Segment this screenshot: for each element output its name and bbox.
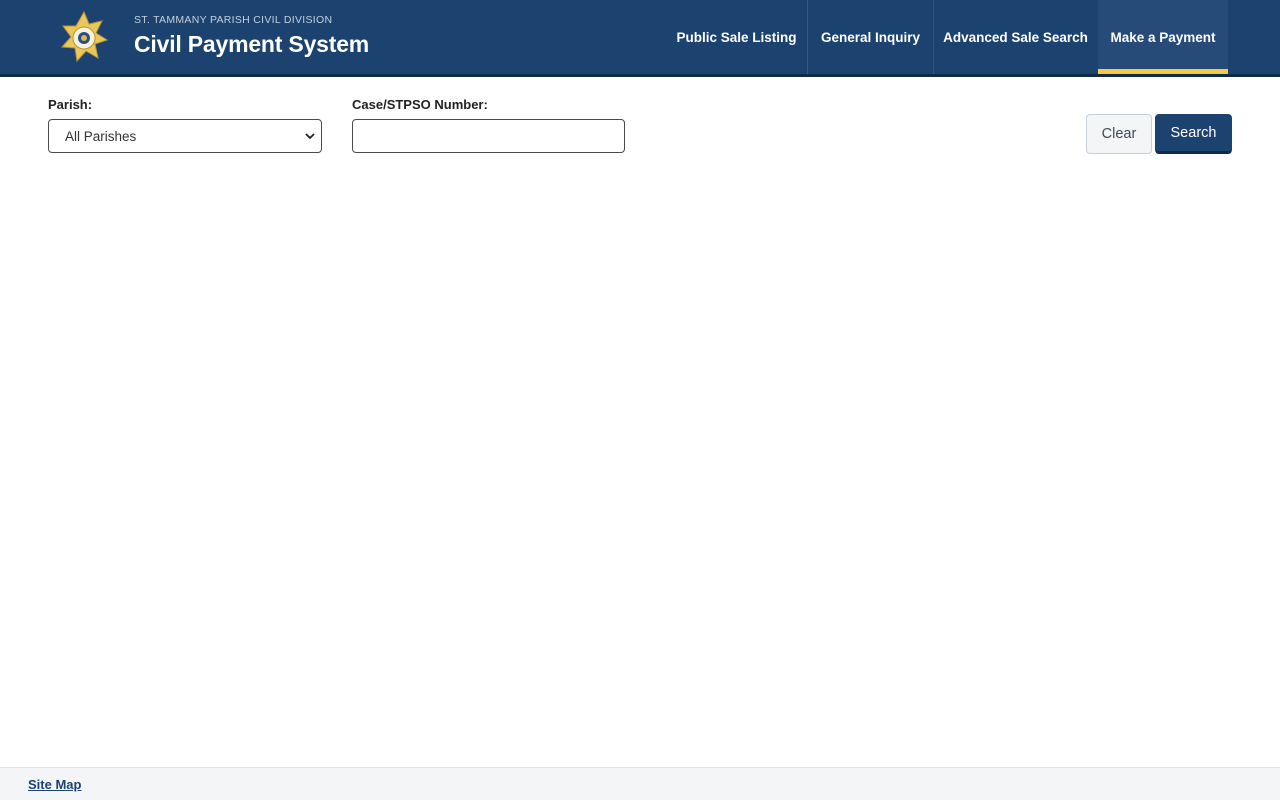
nav-public-sale-listing[interactable]: Public Sale Listing — [666, 0, 808, 74]
site-map-link[interactable]: Site Map — [28, 777, 81, 792]
nav-make-a-payment[interactable]: Make a Payment — [1098, 0, 1228, 74]
case-number-input[interactable] — [352, 119, 625, 153]
agency-name: ST. TAMMANY PARISH CIVIL DIVISION — [134, 14, 333, 26]
parish-label: Parish: — [48, 97, 93, 112]
sheriff-badge-logo — [60, 10, 109, 63]
nav-advanced-sale-search[interactable]: Advanced Sale Search — [934, 0, 1097, 74]
nav-general-inquiry[interactable]: General Inquiry — [808, 0, 934, 74]
clear-button[interactable]: Clear — [1086, 114, 1152, 154]
parish-selected-value: All Parishes — [65, 128, 137, 144]
parish-select[interactable]: All Parishes — [48, 119, 322, 153]
search-button[interactable]: Search — [1155, 114, 1232, 154]
app-title: Civil Payment System — [134, 31, 370, 57]
chevron-down-icon — [305, 133, 315, 140]
page-footer: Site Map — [0, 767, 1280, 800]
app-header: ST. TAMMANY PARISH CIVIL DIVISION Civil … — [0, 0, 1280, 77]
case-number-label: Case/STPSO Number: — [352, 97, 488, 112]
